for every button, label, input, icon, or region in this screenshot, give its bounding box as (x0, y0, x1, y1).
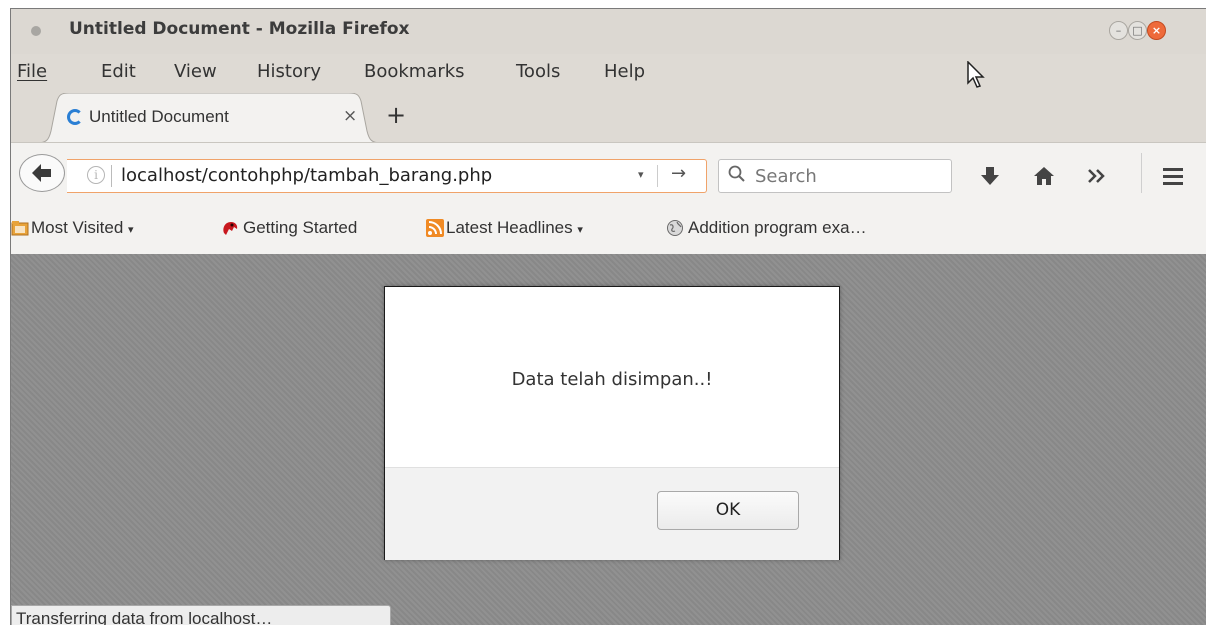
page-content: Data telah disimpan..! OK Transferring d… (11, 254, 1206, 625)
firefox-icon (223, 222, 238, 235)
url-separator-2 (657, 165, 658, 187)
menu-history[interactable]: History (257, 61, 321, 82)
bookmark-latest-headlines[interactable]: Latest Headlines ▾ (446, 218, 583, 238)
search-bar[interactable]: Search (718, 159, 952, 193)
window-title: Untitled Document - Mozilla Firefox (69, 19, 410, 39)
bookmark-most-visited[interactable]: Most Visited ▾ (31, 218, 134, 238)
url-separator (111, 165, 112, 187)
chevron-down-icon: ▾ (577, 224, 583, 236)
url-text[interactable]: localhost/contohphp/tambah_barang.php (121, 165, 492, 186)
menu-edit[interactable]: Edit (101, 61, 136, 82)
window-menu-icon[interactable] (31, 26, 41, 36)
bookmark-getting-started[interactable]: Getting Started (243, 218, 357, 238)
hamburger-menu-icon[interactable] (1161, 165, 1185, 187)
bookmarks-toolbar: Most Visited ▾ Getting Started Latest He… (11, 204, 1206, 255)
bookmark-most-visited-label: Most Visited (31, 218, 124, 237)
home-icon[interactable] (1033, 165, 1055, 187)
url-bar[interactable]: i localhost/contohphp/tambah_barang.php … (67, 159, 707, 193)
tab-close-button[interactable]: × (343, 106, 357, 126)
tab-untitled-document[interactable]: Untitled Document × (37, 93, 381, 143)
navigation-toolbar: i localhost/contohphp/tambah_barang.php … (11, 142, 1206, 205)
menu-bookmarks[interactable]: Bookmarks (364, 61, 465, 82)
firefox-window: Untitled Document - Mozilla Firefox – □ … (10, 8, 1206, 625)
bookmark-addition-program[interactable]: Addition program exa… (688, 218, 867, 238)
tab-strip: Untitled Document × + (11, 91, 1206, 143)
title-bar[interactable]: Untitled Document - Mozilla Firefox – □ … (11, 9, 1206, 54)
status-bar: Transferring data from localhost… (11, 605, 391, 625)
site-info-icon[interactable]: i (87, 166, 105, 184)
download-icon[interactable] (979, 165, 1001, 187)
overflow-chevron-icon[interactable] (1086, 165, 1108, 187)
search-placeholder: Search (755, 166, 817, 187)
dialog-footer: OK (385, 467, 839, 560)
back-arrow-icon (32, 164, 51, 182)
go-arrow-icon[interactable]: → (671, 163, 686, 184)
globe-icon (667, 220, 683, 236)
menu-bar: File Edit View History Bookmarks Tools H… (11, 55, 1206, 89)
rss-icon (426, 219, 444, 237)
new-tab-button[interactable]: + (386, 103, 406, 127)
status-text: Transferring data from localhost… (16, 609, 273, 625)
loading-spinner-icon (67, 109, 83, 125)
menu-file[interactable]: File (17, 61, 47, 82)
menu-help[interactable]: Help (604, 61, 645, 82)
menu-tools[interactable]: Tools (516, 61, 560, 82)
alert-dialog: Data telah disimpan..! OK (384, 286, 840, 560)
minimize-button[interactable]: – (1109, 21, 1128, 40)
bookmark-latest-headlines-label: Latest Headlines (446, 218, 573, 237)
search-icon (728, 165, 745, 182)
close-window-button[interactable]: × (1147, 21, 1166, 40)
chevron-down-icon: ▾ (128, 224, 134, 236)
ok-button[interactable]: OK (657, 491, 799, 530)
mouse-cursor-icon (967, 61, 985, 88)
toolbar-divider (1141, 153, 1142, 193)
maximize-button[interactable]: □ (1128, 21, 1147, 40)
back-button[interactable] (19, 154, 65, 192)
folder-icon (11, 221, 29, 236)
menu-view[interactable]: View (174, 61, 217, 82)
url-history-dropdown-icon[interactable]: ▾ (638, 168, 644, 181)
dialog-message: Data telah disimpan..! (511, 369, 713, 390)
tab-label: Untitled Document (89, 107, 229, 126)
